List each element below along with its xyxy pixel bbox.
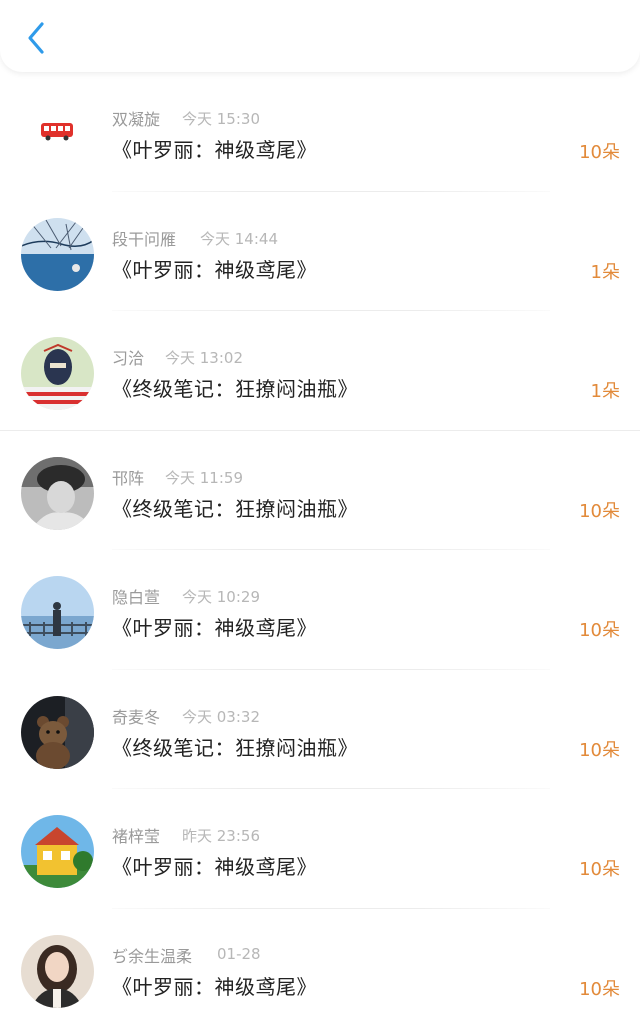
gift-amount: 1朵: [591, 258, 620, 284]
timestamp: 今天 10:29: [182, 586, 260, 607]
timestamp: 今天 13:02: [165, 347, 243, 368]
book-title: 《叶罗丽：神级鸢尾》: [112, 254, 317, 283]
masked-figure-photo: [21, 337, 94, 410]
winter-tree-lake-photo: [21, 218, 94, 291]
avatar: [21, 218, 94, 291]
timestamp: 今天 14:44: [200, 228, 278, 249]
avatar: [21, 457, 94, 530]
timestamp: 今天 15:30: [182, 108, 260, 129]
list-item[interactable]: 段干问雁 今天 14:44 《叶罗丽：神级鸢尾》 1朵: [0, 192, 640, 312]
list-item[interactable]: 褚梓莹 昨天 23:56 《叶罗丽：神级鸢尾》 10朵: [0, 789, 640, 909]
timestamp: 01-28: [217, 945, 261, 963]
gift-amount: 10朵: [579, 138, 620, 164]
avatar: [21, 576, 94, 649]
gift-amount: 10朵: [579, 736, 620, 762]
list-item[interactable]: 隐白萱 今天 10:29 《叶罗丽：神级鸢尾》 10朵: [0, 550, 640, 670]
sender-name: 褚梓莹: [112, 823, 160, 847]
avatar: [21, 337, 94, 410]
bw-portrait-photo: [21, 457, 94, 530]
avatar: [21, 815, 94, 888]
book-title: 《叶罗丽：神级鸢尾》: [112, 134, 317, 163]
gift-amount: 10朵: [579, 975, 620, 1001]
sender-name: 段干问雁: [112, 226, 176, 250]
avatar: [21, 935, 94, 1008]
gift-record-list: 双凝旋 今天 15:30 《叶罗丽：神级鸢尾》 10朵 段干问雁 今天 14:4…: [0, 72, 640, 1028]
back-button[interactable]: [18, 16, 54, 60]
timestamp: 今天 03:32: [182, 706, 260, 727]
teddy-bear-photo: [21, 696, 94, 769]
sender-name: 双凝旋: [112, 106, 160, 130]
list-item[interactable]: 邗阵 今天 11:59 《终级笔记：狂撩闷油瓶》 10朵: [0, 431, 640, 551]
list-item[interactable]: 奇麦冬 今天 03:32 《终级笔记：狂撩闷油瓶》 10朵: [0, 670, 640, 790]
list-item[interactable]: 双凝旋 今天 15:30 《叶罗丽：神级鸢尾》 10朵: [0, 72, 640, 192]
sender-name: ぢ余生温柔: [112, 943, 192, 967]
list-item[interactable]: ぢ余生温柔 01-28 《叶罗丽：神级鸢尾》 10朵: [0, 909, 640, 1028]
book-title: 《终级笔记：狂撩闷油瓶》: [112, 493, 358, 522]
sender-name: 奇麦冬: [112, 704, 160, 728]
avatar: [21, 696, 94, 769]
gift-amount: 10朵: [579, 616, 620, 642]
book-title: 《终级笔记：狂撩闷油瓶》: [112, 373, 358, 402]
chevron-left-icon: [25, 21, 47, 55]
sender-name: 习洽: [112, 345, 144, 369]
red-bus-icon: [21, 98, 94, 171]
gift-amount: 1朵: [591, 377, 620, 403]
seaside-figure-photo: [21, 576, 94, 649]
timestamp: 今天 11:59: [165, 467, 243, 488]
top-bar: [0, 0, 640, 72]
list-item[interactable]: 习洽 今天 13:02 《终级笔记：狂撩闷油瓶》 1朵: [0, 311, 640, 431]
book-title: 《叶罗丽：神级鸢尾》: [112, 612, 317, 641]
yellow-house-photo: [21, 815, 94, 888]
sender-name: 隐白萱: [112, 584, 160, 608]
gift-amount: 10朵: [579, 497, 620, 523]
sender-name: 邗阵: [112, 465, 144, 489]
timestamp: 昨天 23:56: [182, 825, 260, 846]
book-title: 《终级笔记：狂撩闷油瓶》: [112, 732, 358, 761]
woman-portrait-photo: [21, 935, 94, 1008]
gift-amount: 10朵: [579, 855, 620, 881]
book-title: 《叶罗丽：神级鸢尾》: [112, 971, 317, 1000]
book-title: 《叶罗丽：神级鸢尾》: [112, 851, 317, 880]
avatar: [21, 98, 94, 171]
